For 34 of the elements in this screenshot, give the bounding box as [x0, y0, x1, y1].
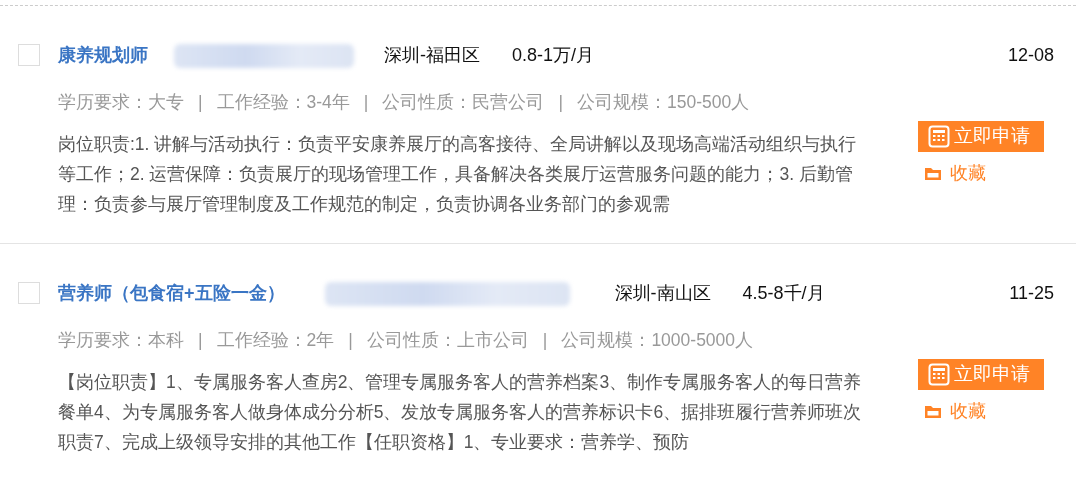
- folder-icon: [924, 404, 942, 419]
- separator: |: [198, 91, 203, 114]
- job-requirement: 公司规模：150-500人: [576, 91, 750, 114]
- job-title-link[interactable]: 营养师（包食宿+五险一金）: [58, 280, 285, 307]
- post-date: 11-25: [1009, 282, 1054, 305]
- folder-icon: [924, 166, 942, 181]
- apply-button[interactable]: 立即申请: [918, 359, 1044, 390]
- separator: |: [348, 329, 353, 352]
- job-requirement: 学历要求：本科: [58, 329, 184, 352]
- post-date: 12-08: [1007, 44, 1054, 67]
- separator: |: [558, 91, 563, 114]
- job-requirement: 工作经验：3-4年: [216, 91, 350, 114]
- job-requirement: 学历要求：大专: [58, 91, 184, 114]
- checkbox[interactable]: [18, 44, 40, 66]
- calculator-icon: [928, 362, 950, 387]
- job-salary: 4.5-8千/月: [742, 282, 825, 305]
- job-location: 深圳-南山区: [614, 282, 711, 305]
- favorite-button[interactable]: 收藏: [924, 398, 986, 425]
- calculator-icon: [928, 124, 950, 149]
- job-requirement: 公司性质：上市公司: [366, 329, 529, 352]
- separator: |: [363, 91, 369, 114]
- job-salary: 0.8-1万/月: [512, 44, 595, 67]
- separator: |: [198, 329, 203, 352]
- checkbox[interactable]: [18, 282, 40, 304]
- job-description: 【岗位职责】1、专属服务客人查房2、管理专属服务客人的营养档案3、制作专属服务客人的每日营养餐单4、为专属服务客人做身体成分分析5、发放专属服务客人的营养标识卡6、据排班履行营养师班次职责7、完成上级领导安排的其他工作【任职资格】1、专业要求：营养学、预防: [58, 371, 863, 455]
- job-description: 岗位职责:1. 讲解与活动执行：负责平安康养展厅的高客接待、全局讲解以及现场高端活动组织与执行等工作；2. 运营保障：负责展厅的现场管理工作，具备解决各类展厅运营服务问题的能力；3. 后勤管理：负责参与展厅管理制度及工作规范的制定，负责协调各业务部门的参观需: [58, 133, 858, 217]
- separator: |: [542, 329, 548, 352]
- job-requirement: 公司规模：1000-5000人: [561, 329, 754, 352]
- job-location: 深圳-福田区: [384, 44, 480, 67]
- job-requirement: 公司性质：民营公司: [382, 91, 545, 114]
- favorite-button[interactable]: 收藏: [924, 160, 986, 187]
- apply-button[interactable]: 立即申请: [918, 121, 1044, 152]
- job-requirement: 工作经验：2年: [216, 329, 335, 352]
- job-title-link[interactable]: 康养规划师: [58, 42, 148, 69]
